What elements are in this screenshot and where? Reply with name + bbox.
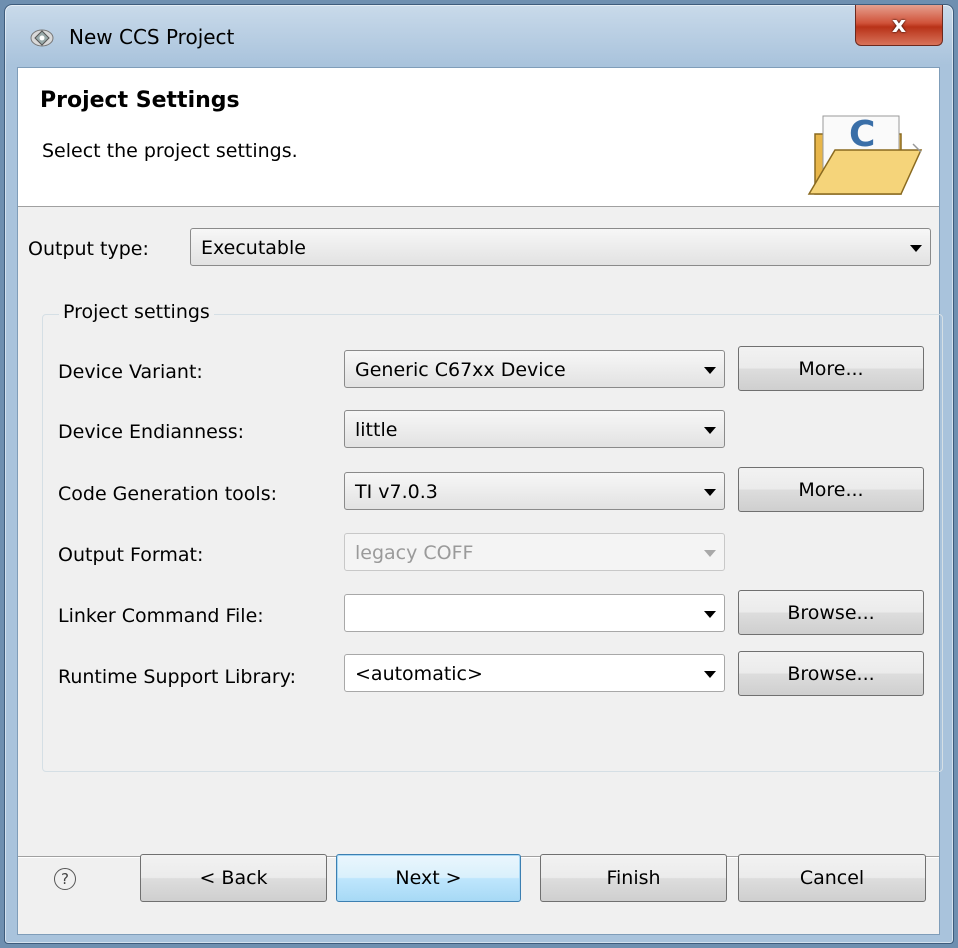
codegen-tools-label: Code Generation tools: [58, 483, 277, 505]
device-endianness-value: little [355, 419, 398, 441]
linker-command-file-combo[interactable] [344, 594, 725, 632]
device-variant-more-button[interactable]: More... [738, 346, 924, 391]
dialog-client-area: Project Settings Select the project sett… [17, 67, 943, 935]
runtime-support-library-value[interactable]: <automatic> [355, 663, 483, 685]
runtime-support-library-combo[interactable]: <automatic> [344, 654, 725, 692]
device-variant-value: Generic C67xx Device [355, 359, 566, 381]
close-icon: x [891, 12, 907, 38]
app-icon [30, 29, 54, 47]
device-endianness-label: Device Endianness: [58, 421, 245, 443]
device-variant-select[interactable]: Generic C67xx Device [344, 350, 725, 388]
help-icon[interactable]: ? [54, 868, 76, 890]
device-endianness-select[interactable]: little [344, 410, 725, 448]
page-description: Select the project settings. [42, 140, 298, 162]
next-button[interactable]: Next > [336, 854, 521, 902]
chevron-down-icon [704, 367, 716, 374]
close-button[interactable]: x [855, 5, 943, 46]
output-type-value: Executable [201, 237, 306, 259]
finish-button[interactable]: Finish [540, 854, 727, 902]
dialog-window: New CCS Project x Project Settings Selec… [4, 4, 954, 944]
codegen-tools-more-button[interactable]: More... [738, 467, 924, 512]
runtime-support-library-label: Runtime Support Library: [58, 666, 297, 688]
output-format-value: legacy COFF [355, 542, 474, 564]
linker-command-file-label: Linker Command File: [58, 605, 264, 627]
chevron-down-icon [910, 245, 922, 252]
device-variant-label: Device Variant: [58, 361, 203, 383]
page-title: Project Settings [40, 88, 240, 113]
svg-text:C: C [849, 114, 875, 155]
title-bar[interactable]: New CCS Project x [5, 5, 953, 75]
window-title: New CCS Project [69, 25, 235, 49]
runtime-support-library-browse-button[interactable]: Browse... [738, 651, 924, 696]
codegen-tools-value: TI v7.0.3 [355, 481, 438, 503]
output-format-label: Output Format: [58, 544, 204, 566]
wizard-banner: Project Settings Select the project sett… [18, 68, 939, 207]
linker-command-file-browse-button[interactable]: Browse... [738, 590, 924, 635]
chevron-down-icon [704, 489, 716, 496]
chevron-down-icon[interactable] [704, 611, 716, 618]
output-type-select[interactable]: Executable [190, 228, 931, 266]
output-type-label: Output type: [28, 238, 149, 260]
codegen-tools-select[interactable]: TI v7.0.3 [344, 472, 725, 510]
chevron-down-icon[interactable] [704, 671, 716, 678]
chevron-down-icon [704, 427, 716, 434]
group-title: Project settings [59, 301, 214, 323]
chevron-down-icon [704, 550, 716, 557]
cancel-button[interactable]: Cancel [738, 854, 926, 902]
back-button[interactable]: < Back [140, 854, 327, 902]
folder-c-icon: C [807, 114, 923, 195]
output-format-select: legacy COFF [344, 533, 725, 571]
